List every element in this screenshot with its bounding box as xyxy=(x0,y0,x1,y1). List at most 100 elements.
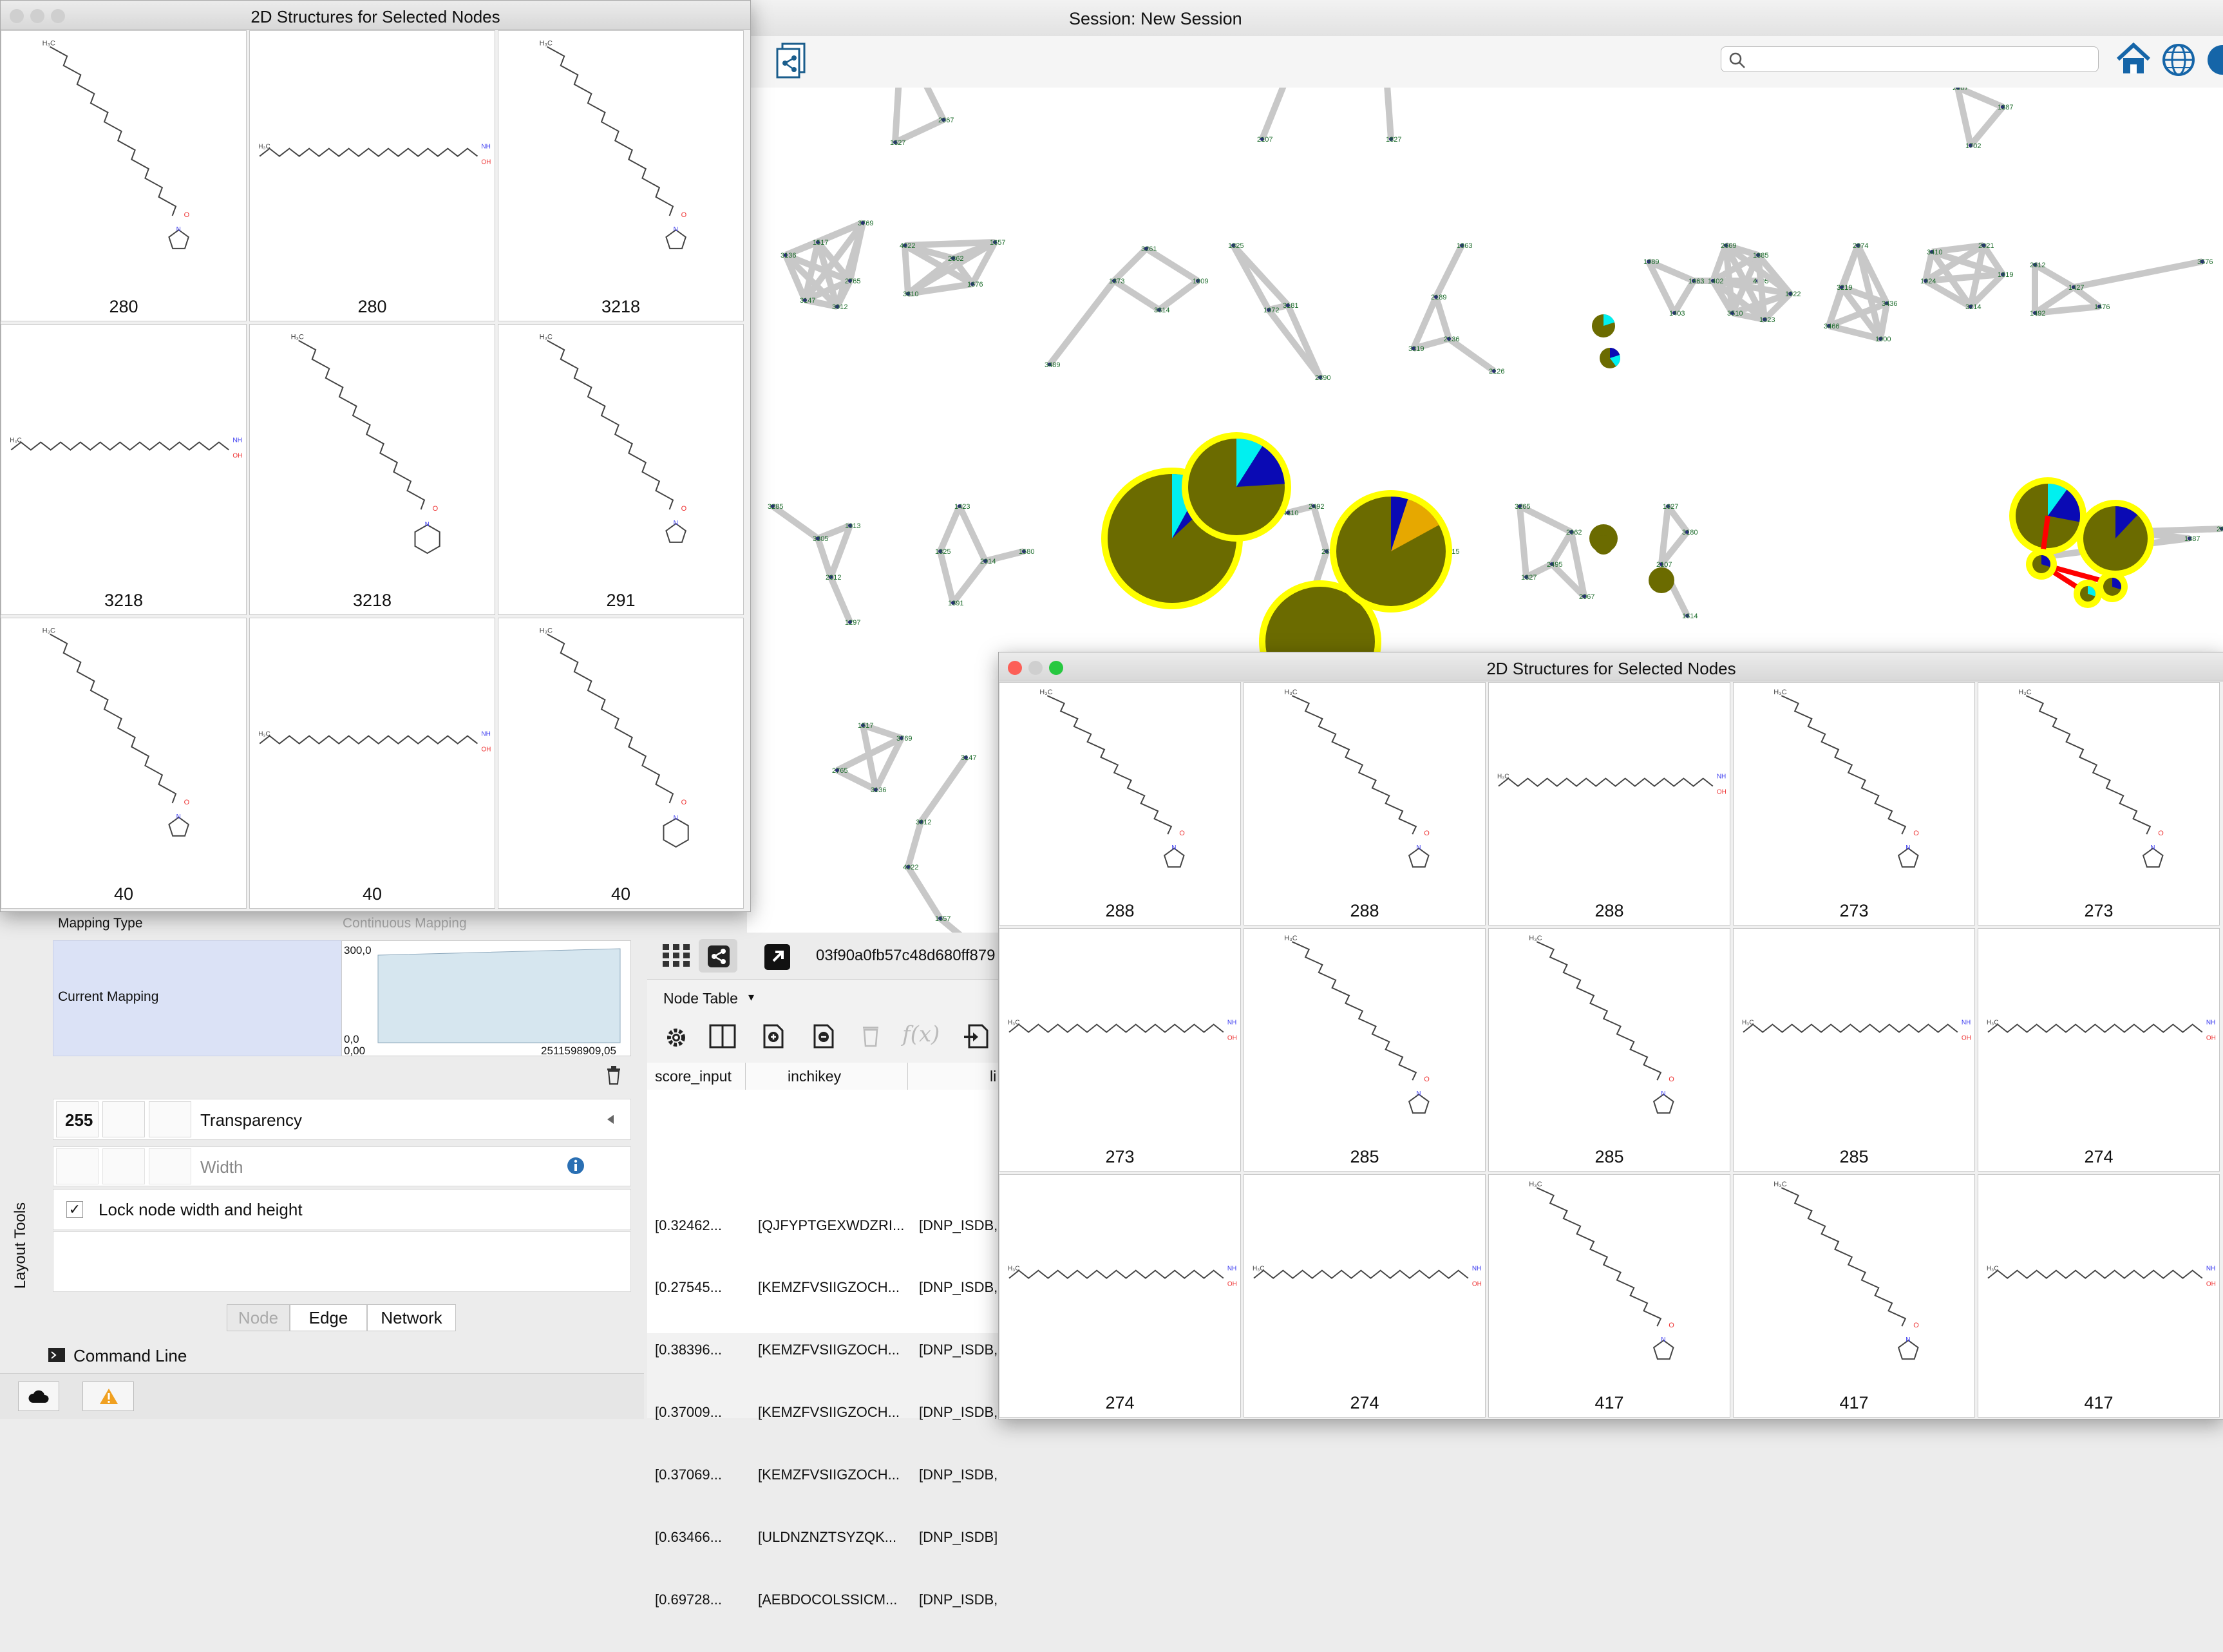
structure-cell[interactable]: H₃C O N 288 xyxy=(999,682,1241,926)
network-edge[interactable] xyxy=(1259,73,1291,140)
grid-icon[interactable] xyxy=(663,944,691,967)
network-edge[interactable] xyxy=(828,576,853,623)
table-cell[interactable]: [DNP_ISDB, xyxy=(919,1402,998,1423)
network-edge[interactable] xyxy=(771,503,820,542)
table-cell[interactable]: [DNP_ISDB, xyxy=(919,1215,998,1236)
col-header-score[interactable]: score_input xyxy=(655,1068,732,1085)
network-edge[interactable] xyxy=(1433,296,1452,340)
network-edge[interactable] xyxy=(815,537,834,578)
network-edge[interactable] xyxy=(1954,86,1974,147)
network-edge[interactable] xyxy=(898,34,947,122)
structure-cell[interactable]: NH OH H₃C 40 xyxy=(249,618,495,909)
structures-window-right[interactable]: 2D Structures for Selected Nodes H₃C O N 28… xyxy=(998,652,2223,1419)
network-edge[interactable] xyxy=(937,505,963,553)
network-edge[interactable] xyxy=(1144,245,1200,284)
structure-cell[interactable]: H₃C O N 273 xyxy=(1733,682,1975,926)
share-network-button[interactable] xyxy=(699,939,737,973)
network-edge[interactable] xyxy=(1447,336,1496,374)
structure-cell[interactable]: H₃C O N 273 xyxy=(1978,682,2220,926)
warning-button[interactable] xyxy=(82,1381,134,1411)
network-edge[interactable] xyxy=(951,558,988,605)
table-cell[interactable]: [DNP_ISDB, xyxy=(919,1465,998,1485)
structure-cell[interactable]: NH OH H₃C 3218 xyxy=(1,324,247,615)
delete-rows-icon[interactable] xyxy=(860,1024,882,1049)
external-link-icon[interactable] xyxy=(764,944,790,970)
table-cell[interactable]: [DNP_ISDB, xyxy=(919,1590,998,1610)
table-cell[interactable]: [0.37069... xyxy=(655,1465,722,1485)
tab-node[interactable]: Node xyxy=(227,1304,290,1331)
network-edge[interactable] xyxy=(956,504,989,563)
structure-cell[interactable]: H₃C O N 3218 xyxy=(249,324,495,615)
structure-cell[interactable]: H₃C O N 288 xyxy=(1244,682,1486,926)
mapping-editor[interactable] xyxy=(341,940,631,1056)
structure-cell[interactable]: H₃C O N 285 xyxy=(1488,928,1730,1172)
col-header-library[interactable]: li xyxy=(990,1068,996,1085)
column-layout-icon[interactable] xyxy=(709,1024,737,1050)
network-edge[interactable] xyxy=(1517,506,1529,578)
network-edge[interactable] xyxy=(905,821,924,868)
structure-cell[interactable]: H₃C O N 40 xyxy=(498,618,744,909)
table-cell[interactable]: [DNP_ISDB] xyxy=(919,1527,998,1548)
structure-cell[interactable]: NH OH H₃C 285 xyxy=(1733,928,1975,1172)
structure-cell[interactable]: NH OH H₃C 288 xyxy=(1488,682,1730,926)
tab-edge[interactable]: Edge xyxy=(290,1304,367,1331)
function-builder-icon[interactable]: f(x) xyxy=(902,1021,940,1047)
network-edge[interactable] xyxy=(902,245,911,294)
structure-cell[interactable]: NH OH H₃C 273 xyxy=(999,928,1241,1172)
table-cell[interactable]: [QJFYPTGEXWDZRI... xyxy=(758,1215,904,1236)
share-session-icon[interactable] xyxy=(776,41,813,81)
structures-window-left-titlebar[interactable]: 2D Structures for Selected Nodes xyxy=(1,1,750,30)
network-edge[interactable] xyxy=(2073,258,2203,290)
pie-node[interactable] xyxy=(1594,535,1613,555)
structures-window-right-titlebar[interactable]: 2D Structures for Selected Nodes xyxy=(999,652,2223,681)
network-edge[interactable] xyxy=(1968,104,2005,148)
import-table-icon[interactable] xyxy=(963,1023,991,1050)
transparency-row[interactable]: 255 Transparency xyxy=(53,1099,631,1140)
structure-cell[interactable]: H₃C O N 285 xyxy=(1244,928,1486,1172)
table-cell[interactable]: [0.32462... xyxy=(655,1215,722,1236)
network-edge[interactable] xyxy=(892,35,905,143)
pie-node[interactable] xyxy=(1649,567,1674,593)
structures-window-left[interactable]: 2D Structures for Selected Nodes H₃C O N 28… xyxy=(0,0,751,912)
lock-checkbox[interactable]: ✓ xyxy=(66,1201,83,1218)
home-icon[interactable] xyxy=(2115,41,2152,77)
search-input[interactable] xyxy=(1721,46,2099,72)
structure-cell[interactable]: H₃C O N 417 xyxy=(1488,1174,1730,1418)
command-line-bar[interactable]: Command Line xyxy=(0,1337,644,1373)
cloud-button[interactable] xyxy=(18,1381,59,1411)
network-edge[interactable] xyxy=(1433,243,1465,299)
table-cell[interactable]: [AEBDOCOLSSICM... xyxy=(758,1590,904,1610)
structure-cell[interactable]: NH OH H₃C 274 xyxy=(999,1174,1241,1418)
mapping-type-value[interactable]: Continuous Mapping xyxy=(343,916,467,931)
gear-icon[interactable] xyxy=(665,1027,687,1049)
table-cell[interactable]: [0.69728... xyxy=(655,1590,722,1610)
new-column-icon[interactable] xyxy=(761,1023,789,1050)
network-edge[interactable] xyxy=(1112,246,1149,283)
structure-cell[interactable]: NH OH H₃C 274 xyxy=(1978,928,2220,1172)
transparency-mapping-box[interactable] xyxy=(102,1101,145,1137)
col-header-inchikey[interactable]: inchikey xyxy=(788,1068,841,1085)
delete-column-icon[interactable] xyxy=(811,1023,839,1050)
network-edge[interactable] xyxy=(1310,505,1330,553)
network-edge[interactable] xyxy=(905,865,943,920)
collapse-arrow-icon[interactable] xyxy=(605,1114,616,1125)
table-cell[interactable]: [KEMZFVSIIGZOCH... xyxy=(758,1277,904,1298)
lock-row[interactable]: ✓ Lock node width and height xyxy=(53,1189,631,1230)
structure-cell[interactable]: H₃C O N 417 xyxy=(1733,1174,1975,1418)
structure-cell[interactable]: H₃C O N 3218 xyxy=(498,30,744,321)
structure-cell[interactable]: NH OH H₃C 274 xyxy=(1244,1174,1486,1418)
structure-cell[interactable]: H₃C O N 40 xyxy=(1,618,247,909)
structure-cell[interactable]: H₃C O N 280 xyxy=(1,30,247,321)
trash-icon[interactable] xyxy=(604,1065,623,1085)
table-cell[interactable]: [0.63466... xyxy=(655,1527,722,1548)
mapping-graph[interactable] xyxy=(374,946,625,1049)
table-name[interactable]: Node Table xyxy=(663,990,738,1007)
network-edge[interactable] xyxy=(1671,279,1697,315)
table-cell[interactable]: [0.38396... xyxy=(655,1340,722,1360)
table-cell[interactable]: [DNP_ISDB, xyxy=(919,1340,998,1360)
network-edge[interactable] xyxy=(1381,48,1394,140)
structure-cell[interactable]: H₃C O N 291 xyxy=(498,324,744,615)
layout-tools-sidetab[interactable]: Layout Tools xyxy=(3,1172,35,1327)
network-edge[interactable] xyxy=(1549,530,1575,566)
width-mapping-box[interactable] xyxy=(102,1148,145,1184)
